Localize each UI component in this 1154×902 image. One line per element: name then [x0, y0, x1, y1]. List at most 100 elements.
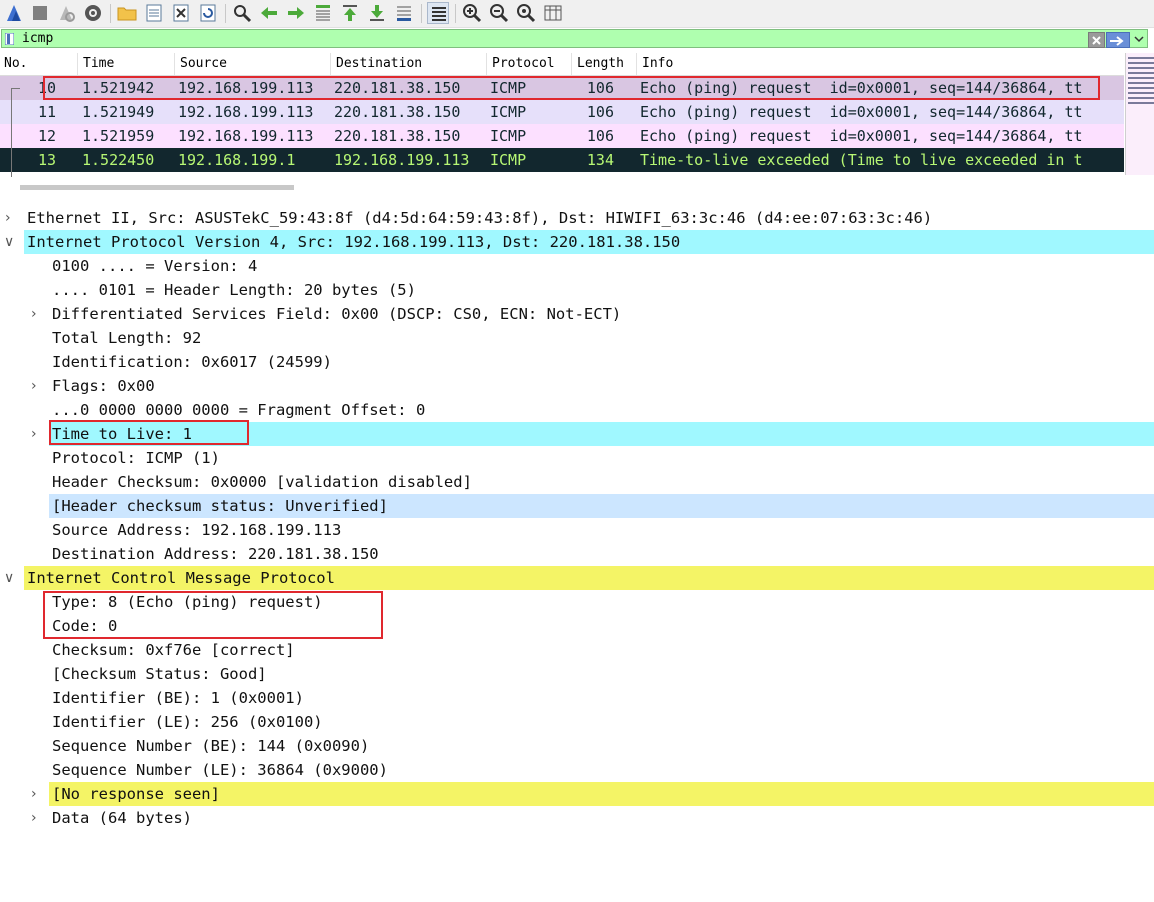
restart-capture-icon[interactable] [55, 2, 77, 24]
tree-item-icmp-seq-be[interactable]: Sequence Number (BE): 144 (0x0090) [0, 734, 1154, 758]
zoom-normal-icon[interactable] [515, 2, 537, 24]
capture-options-icon[interactable] [82, 2, 104, 24]
packet-cell-info: Time-to-live exceeded (Time to live exce… [640, 151, 1083, 169]
packet-cell-length: 106 [586, 127, 614, 145]
tree-item-ip-total-length[interactable]: Total Length: 92 [0, 326, 1154, 350]
go-forward-icon[interactable] [285, 2, 307, 24]
packet-cell-info: Echo (ping) request id=0x0001, seq=144/3… [640, 127, 1083, 145]
find-packet-icon[interactable] [231, 2, 253, 24]
chevron-down-icon[interactable]: ∨ [4, 230, 14, 254]
tree-item-icmp[interactable]: ∨ Internet Control Message Protocol [0, 566, 1154, 590]
tree-item-ip-ttl[interactable]: › Time to Live: 1 [0, 420, 1154, 446]
packet-cell-protocol: ICMP [490, 103, 527, 121]
packet-cell-length: 106 [586, 103, 614, 121]
toolbar-separator [421, 4, 422, 23]
chevron-right-icon[interactable]: › [31, 374, 37, 398]
packet-cell-destination: 220.181.38.150 [334, 103, 461, 121]
horizontal-scrollbar[interactable] [20, 185, 294, 190]
packet-cell-source: 192.168.199.113 [178, 127, 314, 145]
save-file-icon[interactable] [143, 2, 165, 24]
packet-cell-time: 1.522450 [82, 151, 155, 169]
tree-item-icmp-checksum-status[interactable]: [Checksum Status: Good] [0, 662, 1154, 686]
chevron-right-icon[interactable]: › [31, 782, 37, 806]
tree-item-icmp-seq-le[interactable]: Sequence Number (LE): 36864 (0x9000) [0, 758, 1154, 782]
tree-item-ip-frag-offset[interactable]: ...0 0000 0000 0000 = Fragment Offset: 0 [0, 398, 1154, 422]
tree-item-ip-checksum-status[interactable]: [Header checksum status: Unverified] [0, 494, 1154, 518]
packet-cell-source: 192.168.199.1 [178, 151, 296, 169]
tree-item-ip-checksum[interactable]: Header Checksum: 0x0000 [validation disa… [0, 470, 1154, 494]
tree-item-ip-flags[interactable]: › Flags: 0x00 [0, 374, 1154, 398]
packet-cell-protocol: ICMP [490, 151, 527, 169]
column-header-time[interactable]: Time [83, 55, 114, 73]
tree-item-icmp-no-response[interactable]: › [No response seen] [0, 782, 1154, 806]
close-file-icon[interactable] [170, 2, 192, 24]
column-header-no[interactable]: No. [4, 55, 27, 73]
apply-filter-icon[interactable] [1106, 32, 1130, 48]
packet-details-tree: › Ethernet II, Src: ASUSTekC_59:43:8f (d… [0, 206, 1154, 835]
column-header-length[interactable]: Length [577, 55, 624, 73]
tree-item-ip-dst[interactable]: Destination Address: 220.181.38.150 [0, 542, 1154, 566]
chevron-right-icon[interactable]: › [31, 302, 37, 326]
packet-row[interactable]: 11 1.521949 192.168.199.113 220.181.38.150 I… [0, 100, 1124, 124]
packet-cell-destination: 220.181.38.150 [334, 127, 461, 145]
toolbar-separator [455, 4, 456, 23]
reload-file-icon[interactable] [197, 2, 219, 24]
display-filter-value[interactable]: icmp [22, 31, 53, 47]
packet-row[interactable]: 12 1.521959 192.168.199.113 220.181.38.150 I… [0, 124, 1124, 148]
packet-cell-source: 192.168.199.113 [178, 103, 314, 121]
tree-item-icmp-id-be[interactable]: Identifier (BE): 1 (0x0001) [0, 686, 1154, 710]
stop-capture-icon[interactable] [29, 2, 51, 24]
tree-item-icmp-data[interactable]: › Data (64 bytes) [0, 806, 1154, 830]
main-toolbar [0, 0, 1154, 28]
related-packet-connector [11, 88, 20, 177]
column-header-source[interactable]: Source [180, 55, 227, 73]
tree-item-icmp-checksum[interactable]: Checksum: 0xf76e [correct] [0, 638, 1154, 662]
tree-item-ip-identification[interactable]: Identification: 0x6017 (24599) [0, 350, 1154, 374]
display-filter-bar: icmp [0, 28, 1154, 49]
toolbar-separator [225, 4, 226, 23]
packet-row[interactable]: 13 1.522450 192.168.199.1 192.168.199.113 IC… [0, 148, 1124, 172]
packet-cell-no: 11 [37, 103, 56, 121]
resize-columns-icon[interactable] [542, 2, 564, 24]
open-file-icon[interactable] [116, 2, 138, 24]
autoscroll-icon[interactable] [393, 2, 415, 24]
packet-minimap[interactable] [1125, 53, 1154, 175]
column-header-protocol[interactable]: Protocol [492, 55, 555, 73]
chevron-down-icon[interactable]: ∨ [4, 566, 14, 590]
zoom-in-icon[interactable] [461, 2, 483, 24]
packet-cell-time: 1.521949 [82, 103, 155, 121]
packet-cell-no: 13 [37, 151, 56, 169]
clear-filter-icon[interactable] [1088, 32, 1105, 48]
highlight-box-type-code [43, 591, 383, 639]
bookmark-icon[interactable] [5, 33, 14, 45]
tree-item-ip-src[interactable]: Source Address: 192.168.199.113 [0, 518, 1154, 542]
highlight-box-selected-packet [43, 76, 1100, 100]
packet-cell-time: 1.521959 [82, 127, 155, 145]
tree-item-ip[interactable]: ∨ Internet Protocol Version 4, Src: 192.… [0, 230, 1154, 254]
go-last-icon[interactable] [366, 2, 388, 24]
packet-cell-no: 12 [37, 127, 56, 145]
display-filter-input[interactable]: icmp [1, 29, 1148, 48]
chevron-down-icon[interactable] [1134, 34, 1144, 44]
highlight-box-ttl [49, 420, 249, 445]
tree-item-ip-version[interactable]: 0100 .... = Version: 4 [0, 254, 1154, 278]
chevron-right-icon[interactable]: › [31, 806, 37, 830]
shark-fin-start-icon[interactable] [3, 2, 25, 24]
go-back-icon[interactable] [258, 2, 280, 24]
go-to-packet-icon[interactable] [312, 2, 334, 24]
packet-cell-destination: 192.168.199.113 [334, 151, 470, 169]
tree-item-ip-dsfield[interactable]: › Differentiated Services Field: 0x00 (D… [0, 302, 1154, 326]
tree-item-ethernet[interactable]: › Ethernet II, Src: ASUSTekC_59:43:8f (d… [0, 206, 1154, 230]
tree-item-ip-protocol[interactable]: Protocol: ICMP (1) [0, 446, 1154, 470]
colorize-icon[interactable] [427, 2, 449, 24]
column-header-destination[interactable]: Destination [336, 55, 422, 73]
packet-list: No. Time Source Destination Protocol Len… [0, 53, 1154, 201]
chevron-right-icon[interactable]: › [5, 206, 11, 230]
tree-item-icmp-id-le[interactable]: Identifier (LE): 256 (0x0100) [0, 710, 1154, 734]
chevron-right-icon[interactable]: › [31, 422, 37, 446]
go-first-icon[interactable] [339, 2, 361, 24]
toolbar-separator [110, 4, 111, 23]
column-header-info[interactable]: Info [642, 55, 673, 73]
tree-item-ip-header-length[interactable]: .... 0101 = Header Length: 20 bytes (5) [0, 278, 1154, 302]
zoom-out-icon[interactable] [488, 2, 510, 24]
